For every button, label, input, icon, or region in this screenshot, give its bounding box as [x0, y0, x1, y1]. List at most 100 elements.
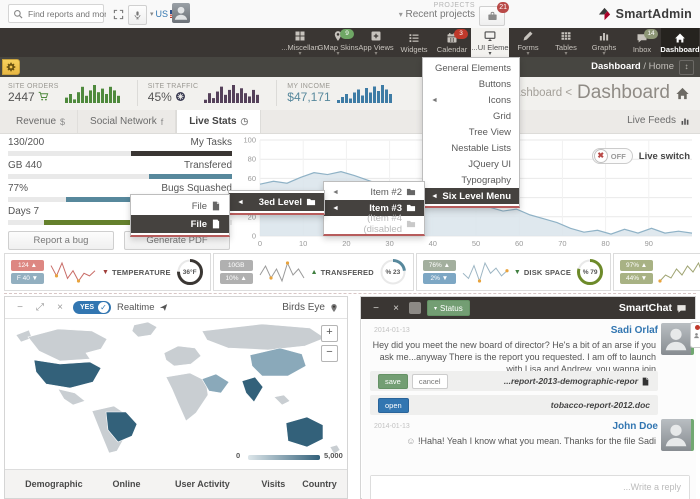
stat-label: SITE TRAFFIC — [148, 83, 199, 90]
nav-item-widgets[interactable]: Widgets — [395, 28, 433, 57]
svg-text:40: 40 — [429, 239, 437, 248]
column-online[interactable]: Online — [97, 479, 156, 489]
close-button[interactable]: × — [53, 301, 67, 315]
reply-input[interactable] — [371, 476, 689, 499]
chat-users-tab[interactable] — [690, 322, 700, 348]
svg-text:10: 10 — [299, 239, 307, 248]
stat-tiles-row: 124 ▲F 40 ▼ ▼TEMPERATURE 36°F 10GB10% ▲ … — [4, 253, 696, 294]
nav-item-ui-elements[interactable]: ...UI Eleme▾ — [471, 28, 509, 57]
map-region-india[interactable] — [242, 377, 263, 402]
user-avatar[interactable] — [172, 3, 190, 23]
map-region-southeast-asia[interactable] — [274, 395, 290, 405]
svg-text:80: 80 — [601, 239, 609, 248]
nav-item-calendar[interactable]: Calendar3 — [433, 28, 471, 57]
nav-item-tables[interactable]: Tables▾ — [547, 28, 585, 57]
map-zoom-out-button[interactable]: − — [321, 345, 338, 362]
open-button[interactable]: open — [378, 398, 409, 413]
collapse-button[interactable]: − — [13, 301, 27, 315]
projects-value: Recent projects — [406, 9, 475, 20]
collapse-button[interactable]: − — [369, 301, 383, 315]
search-input[interactable] — [26, 8, 108, 20]
voice-command-button[interactable] — [128, 5, 147, 25]
menu-item-3ed-level[interactable]: ◄3ed Level — [229, 193, 324, 211]
menu-item-jquery-ui[interactable]: JQuery UI — [423, 156, 519, 172]
live-feeds-header[interactable]: Live Feeds — [627, 115, 690, 126]
chevron-down-icon: ▾ — [564, 53, 567, 56]
nav-item-miscellaneous[interactable]: ...Miscellan▾ — [281, 28, 319, 57]
map-region-canada[interactable] — [28, 329, 107, 361]
chat-options-button[interactable] — [409, 302, 421, 314]
stat-value: 45% — [148, 90, 172, 104]
column-user-activity[interactable]: User Activity — [156, 479, 248, 489]
nav-item-dashboard[interactable]: Dashboard — [661, 28, 699, 57]
map-region-alaska[interactable] — [16, 330, 32, 342]
nav-item-inbox[interactable]: Inbox14 — [623, 28, 661, 57]
projects-button[interactable]: 21 — [479, 6, 505, 26]
map-region-usa[interactable] — [34, 360, 101, 388]
breadcrumb: Dashboard / Home — [591, 61, 674, 72]
john-doe-avatar[interactable] — [661, 419, 694, 451]
message-author[interactable]: John Doe — [522, 421, 658, 432]
message-author[interactable]: Sadi Orlaf — [522, 325, 658, 336]
message-date: 2014-01-13 — [374, 327, 410, 334]
search-box[interactable] — [8, 4, 104, 23]
chevron-down-icon: ▾ — [488, 53, 491, 56]
folder-icon — [406, 203, 416, 213]
nav-item-gmap-skins[interactable]: GMap Skins▾9 — [319, 28, 357, 57]
layout-settings-button[interactable] — [2, 59, 20, 75]
column-country[interactable]: Country — [298, 479, 341, 489]
map-region-mexico[interactable] — [58, 389, 85, 405]
report-bug-button[interactable]: Report a bug — [8, 231, 114, 250]
nav-item-forms[interactable]: Forms▾ — [509, 28, 547, 57]
tab-revenue[interactable]: Revenue$ — [4, 110, 78, 133]
map-region-europe[interactable] — [164, 346, 201, 366]
svg-text:0: 0 — [252, 232, 256, 241]
expand-button[interactable]: ⤢ — [33, 301, 47, 315]
temperature-sparkline — [49, 260, 97, 284]
server-load-sparkline — [658, 260, 700, 284]
map-region-australia[interactable] — [286, 417, 323, 447]
menu-item-typography[interactable]: Typography — [423, 172, 519, 188]
breadcrumb-item-home[interactable]: Home — [649, 61, 674, 72]
nav-item-graphs[interactable]: Graphs▾ — [585, 28, 623, 57]
map-region-greenland[interactable] — [132, 322, 157, 337]
folder-open-icon — [306, 197, 316, 207]
fullscreen-button[interactable] — [109, 5, 127, 23]
menu-item-2[interactable]: ◄Item #2 — [324, 184, 424, 200]
menu-item-tree-view[interactable]: Tree View — [423, 124, 519, 140]
progress-value: 130/200 — [8, 137, 44, 148]
save-button[interactable]: save — [378, 374, 408, 389]
progress-title: My Tasks — [191, 137, 233, 148]
trend-up-icon: ▲ — [311, 269, 318, 276]
menu-item-icons[interactable]: ◄Icons — [423, 92, 519, 108]
status-dropdown-button[interactable]: ▾Status — [427, 300, 470, 316]
map-region-africa[interactable] — [166, 373, 208, 421]
attachment-filename[interactable]: ...report-2013-demographic-repor — [504, 376, 650, 386]
map-region-russia[interactable] — [202, 324, 325, 350]
chevron-down-icon: ▾ — [399, 10, 403, 19]
cancel-button[interactable]: cancel — [412, 374, 448, 389]
tab-live-stats[interactable]: Live Stats◷ — [176, 110, 261, 133]
menu-item-nestable-lists[interactable]: Nestable Lists — [423, 140, 519, 156]
map-region-china[interactable] — [250, 348, 306, 376]
menu-item-file-2[interactable]: File — [131, 215, 229, 233]
close-button[interactable]: × — [389, 301, 403, 315]
tab-social-network[interactable]: Social Networkf — [78, 110, 176, 133]
menu-item-buttons[interactable]: Buttons — [423, 76, 519, 92]
menu-item-grid[interactable]: Grid — [423, 108, 519, 124]
menu-item-file-1[interactable]: File — [131, 197, 229, 215]
column-visits[interactable]: Visits — [249, 479, 299, 489]
ribbon-toggle-button[interactable]: ↕ — [679, 60, 694, 75]
map-zoom-in-button[interactable]: + — [321, 325, 338, 342]
nav-item-app-views[interactable]: App Views▾ — [357, 28, 395, 57]
projects-dropdown[interactable]: PROJECTS ▾ Recent projects — [399, 2, 475, 20]
menu-item-general-elements[interactable]: General Elements — [423, 60, 519, 76]
file-icon — [211, 219, 221, 229]
attachment-filename[interactable]: tobacco-report-2012.doc — [551, 400, 650, 410]
disk-space-gauge: % 79 — [576, 258, 604, 286]
realtime-toggle[interactable]: YES ✓ — [73, 301, 111, 314]
breadcrumb-item-dashboard[interactable]: Dashboard — [591, 61, 641, 72]
column-demographic[interactable]: Demographic — [11, 479, 97, 489]
menu-item-six-level-menu[interactable]: ◄Six Level Menu — [423, 188, 519, 204]
live-switch-toggle[interactable]: ✖ OFF — [592, 148, 633, 164]
